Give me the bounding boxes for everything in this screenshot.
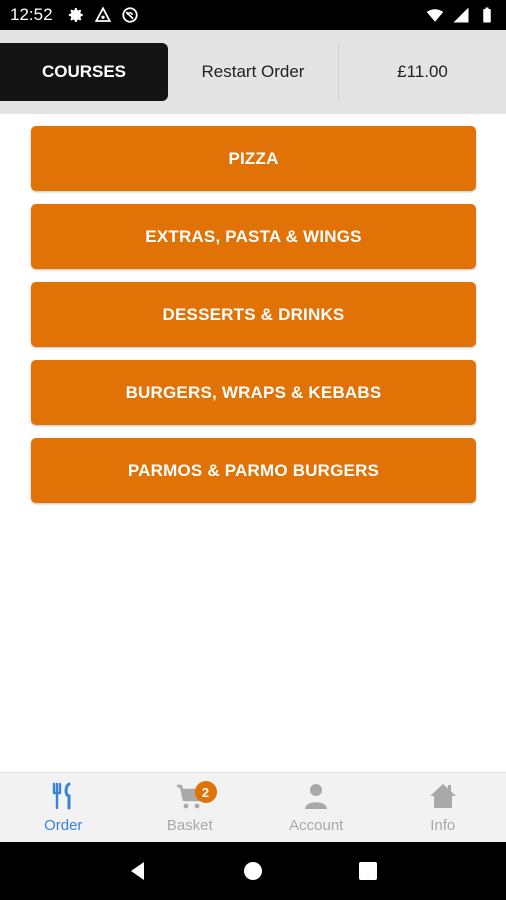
nav-item-info[interactable]: Info — [380, 773, 506, 842]
home-icon — [429, 784, 456, 808]
nav-label-basket: Basket — [166, 817, 213, 834]
signal-icon — [453, 7, 469, 23]
status-icons-left — [67, 6, 139, 24]
nav-label-account: Account — [289, 817, 344, 834]
wifi-icon — [426, 9, 444, 22]
person-icon — [305, 784, 328, 809]
tab-courses[interactable]: COURSES — [0, 43, 168, 101]
status-time: 12:52 — [10, 5, 53, 24]
home-button-icon[interactable] — [242, 860, 264, 882]
category-button-parmos[interactable]: PARMOS & PARMO BURGERS — [31, 438, 476, 503]
gear-icon — [68, 8, 83, 22]
order-total[interactable]: £11.00 — [338, 43, 506, 101]
restart-order-button[interactable]: Restart Order — [168, 43, 338, 101]
category-button-pizza[interactable]: PIZZA — [31, 126, 476, 191]
category-list: PIZZA EXTRAS, PASTA & WINGS DESSERTS & D… — [31, 126, 476, 516]
category-button-desserts[interactable]: DESSERTS & DRINKS — [31, 282, 476, 347]
system-nav-bar — [0, 842, 506, 900]
nav-item-account[interactable]: Account — [253, 773, 380, 842]
triangle-icon — [94, 6, 111, 22]
basket-count-badge: 2 — [194, 781, 217, 803]
category-button-extras[interactable]: EXTRAS, PASTA & WINGS — [31, 204, 476, 269]
top-bar: COURSES Restart Order £11.00 — [0, 30, 506, 114]
nav-label-order: Order — [44, 817, 83, 834]
nav-item-order[interactable]: Order — [0, 773, 127, 842]
recents-icon[interactable] — [357, 860, 379, 882]
nav-item-basket[interactable]: 2 Basket — [127, 773, 254, 842]
bottom-nav: Order 2 Basket Account Info — [0, 772, 506, 842]
battery-icon — [483, 7, 491, 23]
nav-label-info: Info — [430, 817, 456, 834]
circle-slash-icon — [121, 7, 138, 23]
category-button-burgers[interactable]: BURGERS, WRAPS & KEBABS — [31, 360, 476, 425]
fork-knife-icon — [53, 782, 71, 810]
status-icons-right — [426, 6, 496, 24]
back-icon[interactable] — [127, 860, 149, 882]
status-bar: 12:52 — [0, 0, 506, 30]
